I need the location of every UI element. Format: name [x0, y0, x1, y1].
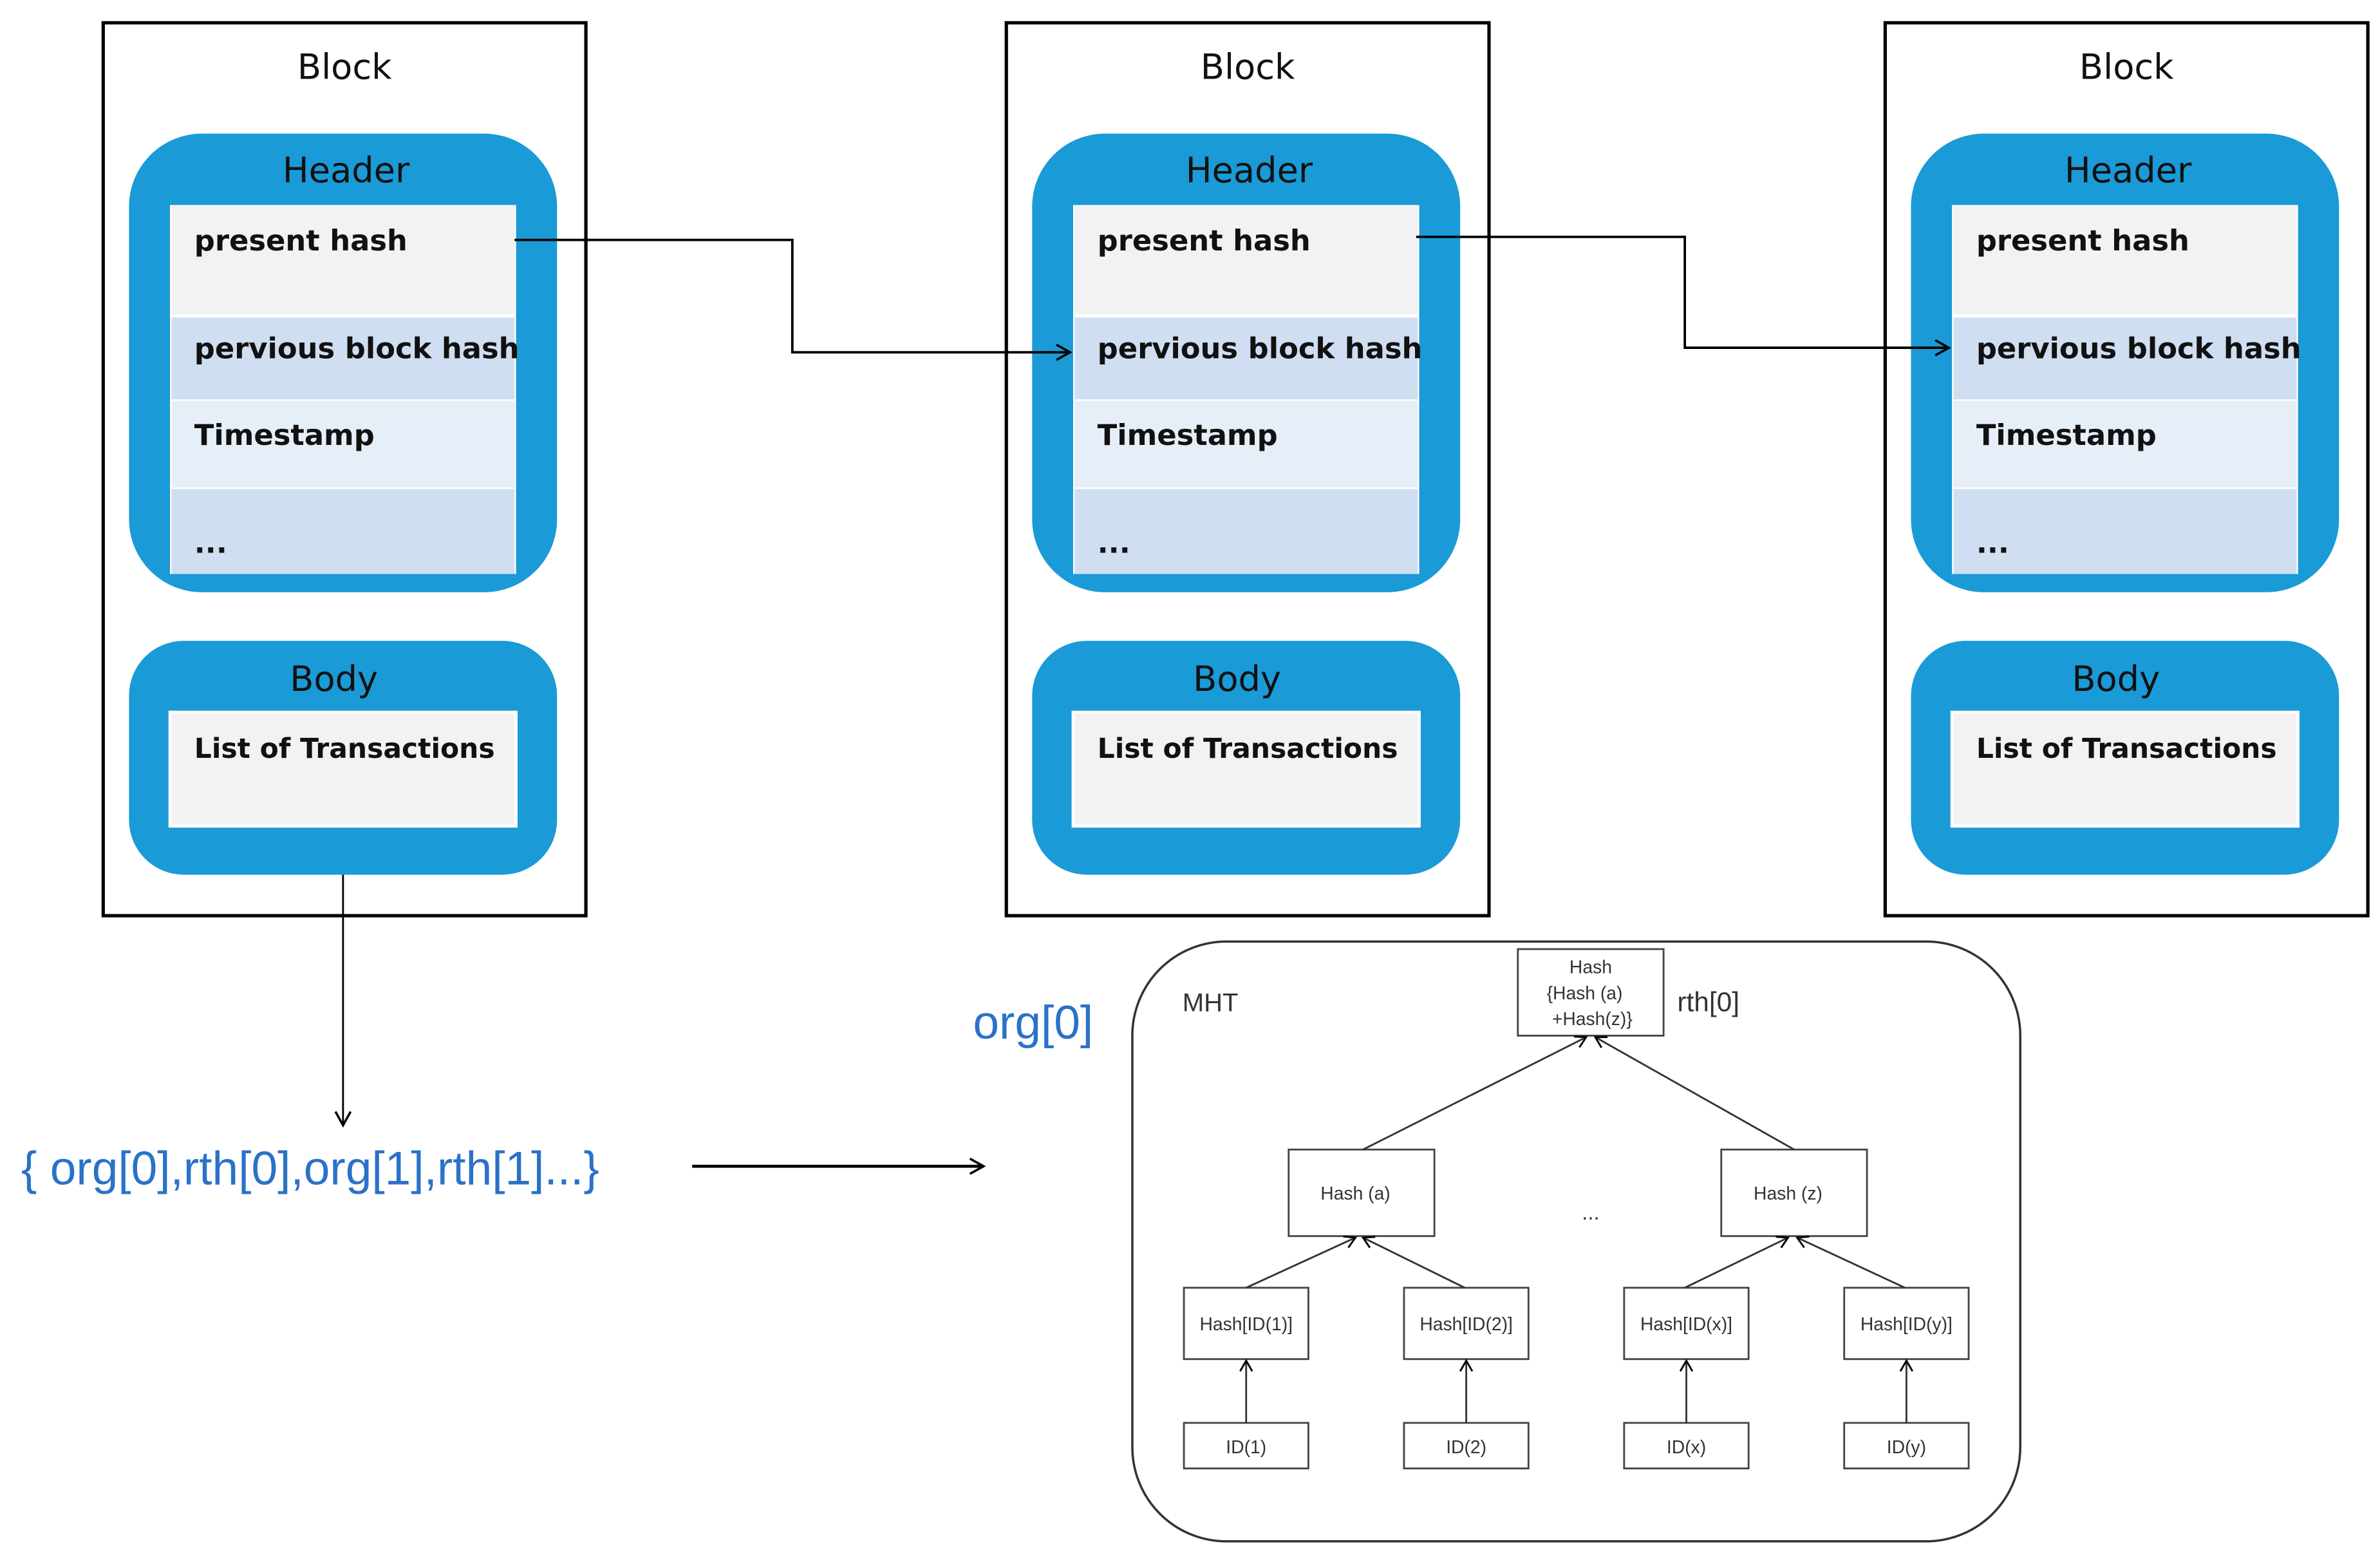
- body-field-row: [1071, 710, 1421, 828]
- header-field-1: present hash: [194, 223, 408, 258]
- mht-root-line-3: +Hash(z)}: [1552, 1008, 1633, 1029]
- mht-hash-node-label: Hash[ID(1)]: [1199, 1314, 1293, 1334]
- header-title: Header: [2065, 150, 2192, 191]
- mht-panel: MHT Hash {Hash (a) +Hash(z)} rth[0] Hash…: [1131, 940, 2021, 1543]
- body-title: Body: [2072, 659, 2160, 699]
- header-field-3: Timestamp: [1976, 418, 2157, 452]
- header-field-2: pervious block hash: [1976, 332, 2301, 366]
- mht-leaf-label: ID(x): [1667, 1437, 1706, 1457]
- body-title: Body: [290, 659, 378, 699]
- block-title: Block: [1201, 47, 1295, 88]
- connector-block1-to-block2: [514, 238, 1073, 361]
- body-field-1: List of Transactions: [1098, 733, 1398, 765]
- blocks-group: Block Header present hash pervious block ha…: [101, 21, 2370, 918]
- mht-root-line-2: {Hash (a): [1547, 983, 1623, 1003]
- blockchain-diagram: Block Header present hash pervious block ha…: [21, 21, 2370, 1543]
- block-title: Block: [297, 47, 392, 88]
- block-3: Block Header present hash pervious block ha…: [1883, 21, 2370, 918]
- mht-hash-node-label: Hash[ID(2)]: [1420, 1314, 1513, 1334]
- mht-ellipsis: ...: [1582, 1200, 1600, 1224]
- mht-node-hash-a-label: Hash (a): [1320, 1183, 1390, 1203]
- block-2: Block Header present hash pervious block ha…: [1004, 21, 1491, 918]
- mht-hash-node-label: Hash[ID(y)]: [1860, 1314, 1953, 1334]
- header-field-4: ...: [1976, 525, 2009, 560]
- body-field-row: [1950, 710, 2300, 828]
- mht-node-hash-z-label: Hash (z): [1754, 1183, 1822, 1203]
- header-field-1: present hash: [1976, 223, 2189, 258]
- header-field-row: [1074, 205, 1418, 315]
- body-field-1: List of Transactions: [1976, 733, 2277, 765]
- body-title: Body: [1193, 659, 1281, 699]
- block-title: Block: [2079, 47, 2174, 88]
- header-field-3: Timestamp: [194, 418, 375, 452]
- header-title: Header: [1186, 150, 1313, 191]
- header-field-4: ...: [194, 525, 227, 560]
- header-title: Header: [283, 150, 410, 191]
- body-field-row: [168, 710, 518, 828]
- mht-leaf-label: ID(2): [1446, 1437, 1486, 1457]
- org-label: org[0]: [973, 997, 1093, 1049]
- header-field-2: pervious block hash: [194, 332, 520, 366]
- header-field-row: [1953, 205, 2297, 315]
- mht-root-line-1: Hash: [1569, 957, 1612, 977]
- mht-title: MHT: [1183, 989, 1239, 1017]
- mht-hash-node-label: Hash[ID(x)]: [1640, 1314, 1732, 1334]
- header-field-row: [171, 205, 515, 315]
- body-field-1: List of Transactions: [194, 733, 495, 765]
- block-1: Block Header present hash pervious block ha…: [101, 21, 588, 918]
- header-field-2: pervious block hash: [1098, 332, 1423, 366]
- mht-leaf-label: ID(1): [1226, 1437, 1266, 1457]
- transaction-set-label: { org[0],rth[0],org[1],rth[1]...}: [21, 1143, 599, 1195]
- connector-block2-to-block3: [1416, 236, 1952, 357]
- mht-leaf-label: ID(y): [1887, 1437, 1926, 1457]
- header-field-4: ...: [1098, 525, 1130, 560]
- mht-root-label: rth[0]: [1677, 987, 1739, 1017]
- header-field-3: Timestamp: [1098, 418, 1278, 452]
- header-field-1: present hash: [1098, 223, 1311, 258]
